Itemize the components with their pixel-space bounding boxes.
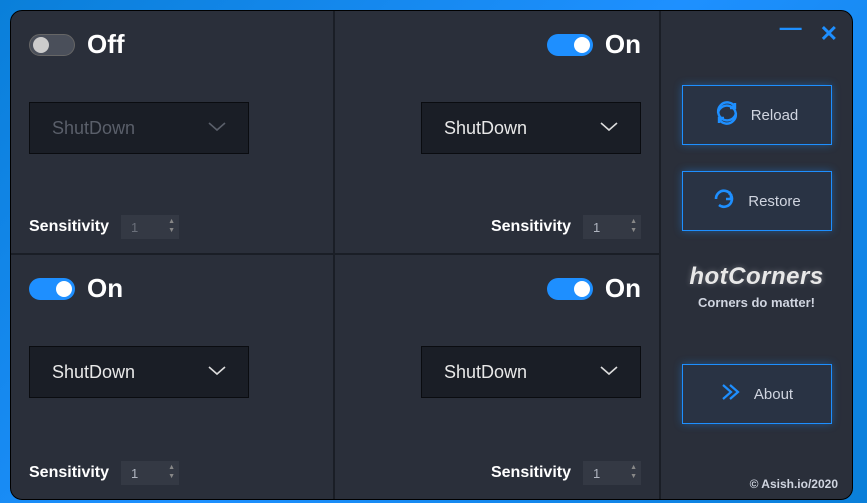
about-icon [720,383,742,405]
action-select-value: ShutDown [444,362,527,383]
action-select-value: ShutDown [52,118,135,139]
enable-toggle[interactable] [547,34,593,56]
action-select-value: ShutDown [444,118,527,139]
reload-icon [715,101,739,129]
restore-button[interactable]: Restore [682,171,832,231]
sensitivity-stepper[interactable]: 1 ▲▼ [583,215,641,239]
restore-icon [712,187,736,215]
about-button[interactable]: About [682,364,832,424]
sensitivity-stepper[interactable]: 1 ▲▼ [121,461,179,485]
enable-toggle[interactable] [547,278,593,300]
sensitivity-label: Sensitivity [29,464,109,482]
toggle-label: On [87,273,123,304]
sensitivity-row: Sensitivity 1 ▲▼ [29,443,315,485]
chevron-down-icon [208,363,226,381]
toggle-label: On [605,273,641,304]
chevron-down-icon [208,119,226,137]
toggle-row: On [353,273,641,304]
corners-grid: Off ShutDown Sensitivity 1 ▲▼ On ShutDow [11,11,659,499]
reload-button[interactable]: Reload [682,85,832,145]
toggle-label: On [605,29,641,60]
window-controls: — ✕ [780,21,838,47]
chevron-down-icon [600,363,618,381]
close-button[interactable]: ✕ [820,21,838,47]
restore-label: Restore [748,193,801,210]
action-select-value: ShutDown [52,362,135,383]
sensitivity-value: 1 [593,220,600,235]
app-window: Off ShutDown Sensitivity 1 ▲▼ On ShutDow [10,10,853,500]
sensitivity-row: Sensitivity 1 ▲▼ [29,197,315,239]
action-select[interactable]: ShutDown [421,346,641,398]
sensitivity-label: Sensitivity [491,218,571,236]
stepper-arrows-icon: ▲▼ [630,217,637,235]
toggle-row: On [29,273,315,304]
sensitivity-row: Sensitivity 1 ▲▼ [353,197,641,239]
sensitivity-label: Sensitivity [29,218,109,236]
corner-top-left: Off ShutDown Sensitivity 1 ▲▼ [11,11,335,255]
corner-top-right: On ShutDown Sensitivity 1 ▲▼ [335,11,659,255]
action-select[interactable]: ShutDown [29,346,249,398]
enable-toggle[interactable] [29,34,75,56]
corner-bottom-right: On ShutDown Sensitivity 1 ▲▼ [335,255,659,499]
stepper-arrows-icon: ▲▼ [630,463,637,481]
copyright-text: © Asish.io/2020 [750,469,838,491]
sensitivity-value: 1 [593,466,600,481]
brand-title: hotCorners [689,263,823,291]
toggle-row: On [353,29,641,60]
sensitivity-label: Sensitivity [491,464,571,482]
sensitivity-value: 1 [131,220,138,235]
action-select[interactable]: ShutDown [29,102,249,154]
brand-tagline: Corners do matter! [689,295,823,310]
brand-box: hotCorners Corners do matter! [689,263,823,310]
sidebar: — ✕ Reload Restore [659,11,852,499]
sensitivity-stepper[interactable]: 1 ▲▼ [121,215,179,239]
action-select[interactable]: ShutDown [421,102,641,154]
stepper-arrows-icon: ▲▼ [168,463,175,481]
sensitivity-stepper[interactable]: 1 ▲▼ [583,461,641,485]
stepper-arrows-icon: ▲▼ [168,217,175,235]
enable-toggle[interactable] [29,278,75,300]
sensitivity-row: Sensitivity 1 ▲▼ [353,443,641,485]
sensitivity-value: 1 [131,466,138,481]
toggle-label: Off [87,29,125,60]
about-label: About [754,386,793,403]
reload-label: Reload [751,107,799,124]
chevron-down-icon [600,119,618,137]
minimize-button[interactable]: — [780,21,802,47]
toggle-row: Off [29,29,315,60]
corner-bottom-left: On ShutDown Sensitivity 1 ▲▼ [11,255,335,499]
